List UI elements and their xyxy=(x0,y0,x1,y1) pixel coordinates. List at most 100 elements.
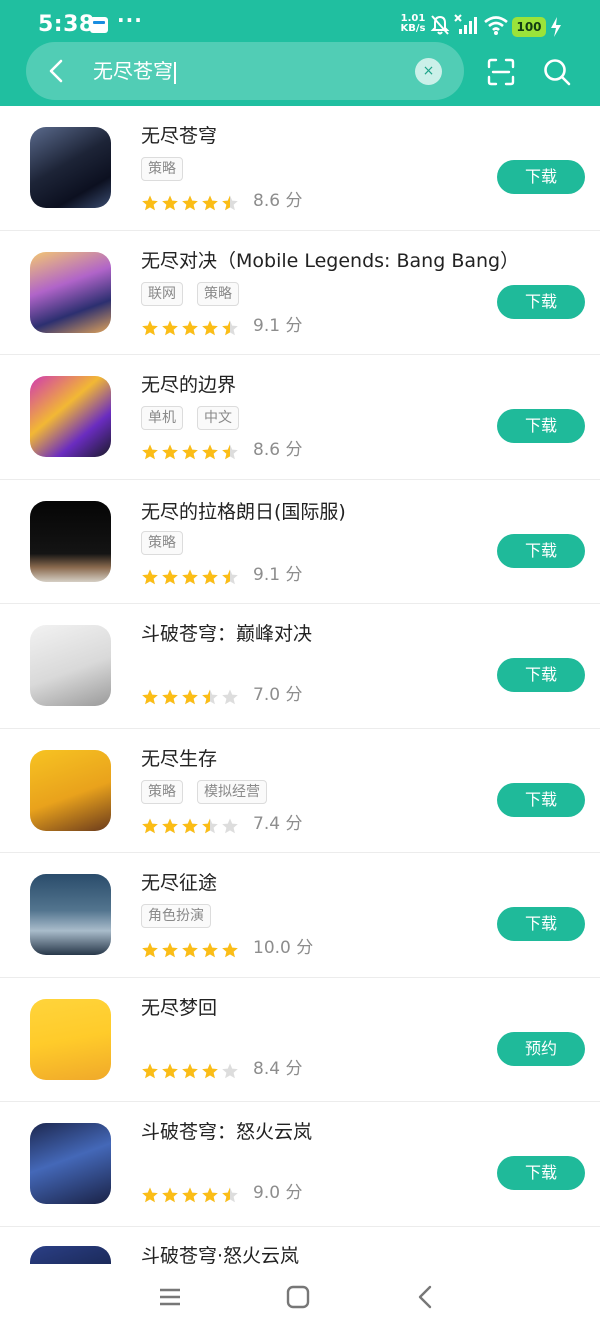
status-time: 5:38 xyxy=(38,12,95,37)
download-button[interactable]: 下载 xyxy=(497,782,585,817)
app-name: 无尽梦回 xyxy=(141,996,218,1019)
list-item[interactable]: 无尽的边界 单机 中文 8.6 分下载 xyxy=(0,355,600,480)
star-icon xyxy=(222,569,238,584)
star-icon xyxy=(222,195,238,211)
tag-group: 角色扮演 xyxy=(141,904,225,928)
star-icon xyxy=(142,1187,158,1203)
category-tag: 中文 xyxy=(197,406,239,430)
star-icon xyxy=(142,320,158,335)
star-icon xyxy=(182,444,198,460)
app-icon xyxy=(30,1123,111,1204)
rating-score: 8.4 分 xyxy=(253,1058,303,1079)
battery-indicator: 100 xyxy=(512,17,546,37)
search-icon[interactable] xyxy=(542,57,572,87)
app-icon xyxy=(30,500,111,582)
star-icon xyxy=(202,320,218,335)
star-icon xyxy=(142,1063,158,1078)
star-icon xyxy=(182,1063,198,1078)
star-icon xyxy=(162,569,178,584)
star-icon xyxy=(182,689,198,705)
star-icon xyxy=(182,818,198,833)
category-tag: 策略 xyxy=(141,157,183,181)
more-notifications-icon: ··· xyxy=(117,8,143,32)
download-button[interactable]: 下载 xyxy=(497,284,585,319)
rating-score: 9.1 分 xyxy=(253,315,303,336)
search-bar[interactable] xyxy=(26,42,464,100)
rating-score: 9.1 分 xyxy=(253,564,303,585)
star-icon xyxy=(222,689,238,705)
star-icon xyxy=(202,444,218,460)
system-navigation-bar xyxy=(0,1264,600,1333)
reserve-button[interactable]: 预约 xyxy=(497,1031,585,1066)
star-rating xyxy=(142,1187,238,1203)
star-icon xyxy=(162,1063,178,1078)
app-icon xyxy=(30,376,111,457)
download-button[interactable]: 下载 xyxy=(497,160,585,194)
list-item[interactable]: 无尽征途 角色扮演 10.0 分 下载 xyxy=(0,853,600,978)
download-button[interactable]: 下载 xyxy=(497,658,585,692)
download-button[interactable]: 下载 xyxy=(497,533,585,568)
tag-group: 策略 xyxy=(141,157,197,181)
star-icon xyxy=(162,1187,178,1203)
app-name: 斗破苍穹：怒火云岚 xyxy=(141,1121,313,1143)
app-icon xyxy=(30,874,111,955)
star-icon xyxy=(142,195,158,211)
search-input[interactable]: 无尽苍穹 xyxy=(93,58,176,84)
star-icon xyxy=(182,320,198,335)
star-icon xyxy=(202,1187,218,1203)
tag-group: 策略 xyxy=(141,530,197,555)
network-speed: 1.01 KB/s xyxy=(398,14,428,34)
download-button[interactable]: 下载 xyxy=(497,907,585,941)
network-speed-unit: KB/s xyxy=(400,23,426,34)
star-rating xyxy=(142,195,238,211)
app-name: 无尽苍穹 xyxy=(141,125,218,147)
star-icon xyxy=(202,942,218,958)
clear-icon[interactable]: × xyxy=(415,58,442,85)
star-rating xyxy=(142,1063,238,1078)
app-icon xyxy=(30,998,111,1080)
list-item[interactable]: 无尽苍穹策略 8.6 分 下载 xyxy=(0,106,600,231)
wifi-icon xyxy=(484,16,508,35)
star-icon xyxy=(222,942,238,958)
tag-group: 联网 策略 xyxy=(141,281,253,306)
app-icon xyxy=(30,625,111,706)
star-icon xyxy=(162,195,178,211)
star-icon xyxy=(142,569,158,584)
star-icon xyxy=(202,195,218,211)
notification-app-icon xyxy=(90,17,108,33)
download-button[interactable]: 下载 xyxy=(497,1156,585,1190)
list-item[interactable]: 斗破苍穹：怒火云岚 9.0 分 下载 xyxy=(0,1102,600,1227)
rating-score: 9.0 分 xyxy=(253,1183,303,1203)
list-item-partial[interactable]: 斗破苍穹·怒火云岚 xyxy=(0,1226,600,1264)
category-tag: 策略 xyxy=(141,779,183,804)
star-icon xyxy=(182,569,198,584)
star-icon xyxy=(142,444,158,460)
star-icon xyxy=(182,1187,198,1203)
list-item[interactable]: 无尽的拉格朗日(国际服) 策略 9.1 分 下载 xyxy=(0,480,600,604)
star-icon xyxy=(182,195,198,211)
status-bar: 5:38 ··· 1.01 KB/s 100 xyxy=(0,0,600,46)
back-arrow-icon[interactable] xyxy=(42,56,72,86)
star-icon xyxy=(222,1063,238,1078)
star-icon xyxy=(222,444,238,460)
star-icon xyxy=(142,689,158,705)
rating-score: 8.6 分 xyxy=(253,191,303,211)
download-button[interactable]: 下载 xyxy=(497,409,585,443)
home-icon[interactable] xyxy=(283,1282,313,1312)
star-rating xyxy=(142,942,238,958)
category-tag: 模拟经营 xyxy=(197,779,267,804)
list-item[interactable]: 无尽梦回 8.4 分 预约 xyxy=(0,978,600,1102)
star-icon xyxy=(202,818,218,833)
list-item[interactable]: 无尽生存 策略 模拟经营 7.4 分 下载 xyxy=(0,729,600,853)
star-rating xyxy=(142,569,238,584)
list-item[interactable]: 斗破苍穹：巅峰对决 7.0 分 下载 xyxy=(0,604,600,729)
search-results-list: 无尽苍穹 策略 8.6 分下载 无尽对决（Mobile Legends: Bang B… xyxy=(0,106,600,1227)
app-icon xyxy=(30,749,111,831)
list-item[interactable]: 无尽对决（Mobile Legends: Bang Bang） 联网 策略 9.1 分… xyxy=(0,231,600,355)
mute-bell-icon xyxy=(430,15,450,35)
category-tag: 联网 xyxy=(141,281,183,306)
scan-icon[interactable] xyxy=(486,57,516,87)
star-icon xyxy=(162,942,178,958)
back-icon[interactable] xyxy=(411,1282,441,1312)
menu-icon[interactable] xyxy=(155,1282,185,1312)
